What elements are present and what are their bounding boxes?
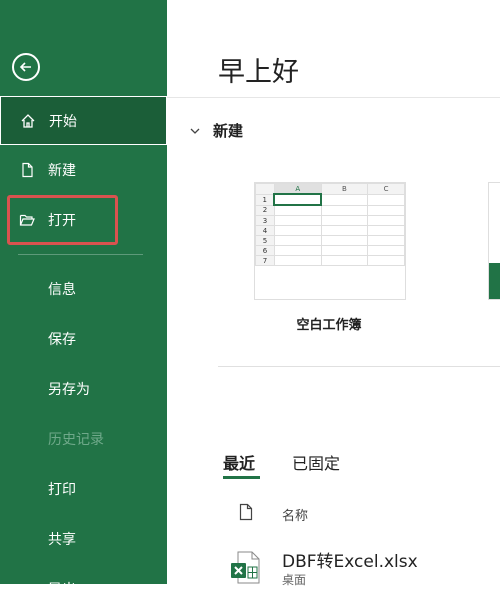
template-thumbnail-band: [489, 263, 500, 299]
header-divider: [167, 97, 500, 98]
backstage-sidebar: 开始 新建 打开 信息 保存 另存为 历史记录 打印 共享 导出: [0, 0, 167, 598]
page-title: 早上好: [218, 57, 299, 88]
next-template-thumbnail[interactable]: [488, 182, 500, 300]
sidebar-item-label: 共享: [48, 531, 76, 548]
sidebar-item-label: 导出: [48, 581, 76, 598]
column-header: B: [320, 183, 369, 195]
row-header: 7: [255, 255, 275, 266]
name-column-header[interactable]: 名称: [282, 505, 308, 524]
template-label: 空白工作簿: [296, 318, 362, 333]
recent-file-name[interactable]: DBF转Excel.xlsx: [282, 547, 418, 572]
column-header: A: [273, 183, 322, 195]
row-header: 2: [255, 204, 275, 216]
back-arrow-icon[interactable]: [12, 53, 40, 81]
blank-workbook-template[interactable]: A B C 1 2 3 4 5 6 7: [254, 182, 406, 300]
column-header: C: [367, 183, 405, 195]
section-title: 新建: [213, 122, 244, 140]
sidebar-item-label: 打印: [48, 481, 76, 498]
sidebar-item-save-as[interactable]: 另存为: [0, 364, 167, 413]
arrow-left-icon: [19, 62, 31, 72]
template-grid-preview: A B C 1 2 3 4 5 6 7: [255, 183, 405, 266]
row-header: 3: [255, 215, 275, 226]
tab-pinned[interactable]: 已固定: [292, 450, 340, 474]
sidebar-item-share[interactable]: 共享: [0, 514, 167, 563]
row-header: 6: [255, 245, 275, 256]
selected-cell: [273, 193, 323, 206]
sidebar-item-export[interactable]: 导出: [0, 564, 167, 613]
annotation-highlight-box: [7, 195, 118, 245]
active-tab-indicator: [223, 476, 260, 479]
home-icon: [19, 112, 37, 130]
sidebar-item-home[interactable]: 开始: [0, 96, 167, 145]
sidebar-item-history: 历史记录: [0, 414, 167, 463]
sidebar-item-new[interactable]: 新建: [0, 145, 167, 194]
grid-corner: [255, 183, 275, 195]
chevron-down-icon: [190, 128, 200, 134]
row-header: 5: [255, 235, 275, 246]
sidebar-item-label: 开始: [49, 113, 77, 130]
recent-file-location: 桌面: [282, 573, 307, 587]
new-document-icon: [18, 161, 36, 179]
sidebar-item-label: 保存: [48, 331, 76, 348]
sidebar-item-label: 信息: [48, 281, 76, 298]
new-section-header[interactable]: 新建: [189, 120, 243, 141]
section-divider: [218, 366, 500, 367]
sidebar-item-print[interactable]: 打印: [0, 464, 167, 513]
sidebar-divider: [18, 254, 143, 255]
sidebar-item-info[interactable]: 信息: [0, 264, 167, 313]
backstage-main: 早上好 新建 A B C 1 2 3 4 5 6 7 空白工作簿 最近 已固定 …: [167, 0, 500, 587]
tab-recent[interactable]: 最近: [223, 450, 255, 474]
excel-file-icon: [231, 551, 260, 584]
sidebar-item-label: 历史记录: [48, 431, 104, 448]
row-header: 1: [255, 193, 275, 206]
row-header: 4: [255, 225, 275, 236]
document-icon: [239, 503, 253, 521]
sidebar-item-label: 另存为: [48, 381, 90, 398]
sidebar-item-save[interactable]: 保存: [0, 314, 167, 363]
sidebar-item-label: 新建: [48, 162, 76, 179]
